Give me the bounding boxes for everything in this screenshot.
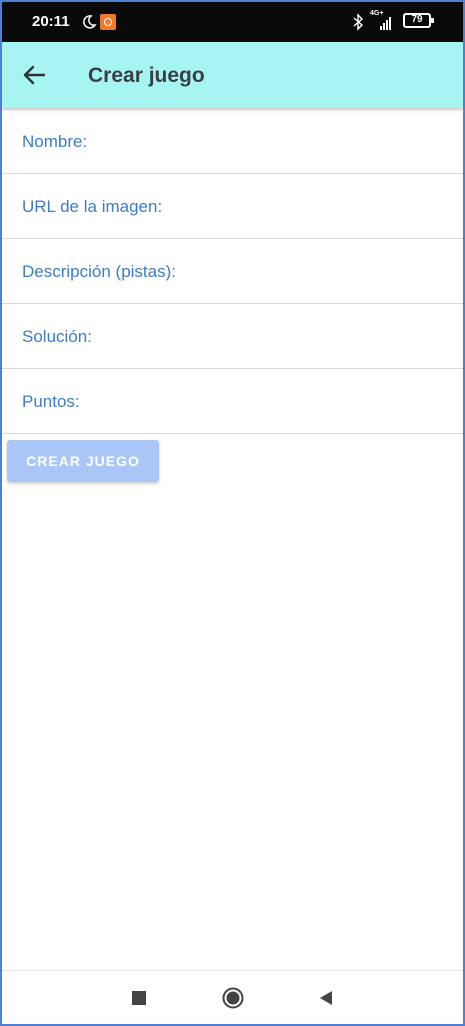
- image-url-field[interactable]: URL de la imagen:: [2, 174, 463, 240]
- signal-icon: [380, 17, 391, 30]
- create-game-button[interactable]: CREAR JUEGO: [7, 440, 159, 482]
- bluetooth-icon: [353, 13, 364, 31]
- home-icon[interactable]: [222, 987, 244, 1009]
- notification-icon: [100, 14, 116, 30]
- description-input[interactable]: [2, 239, 463, 305]
- image-url-input[interactable]: [2, 174, 463, 240]
- solution-field[interactable]: Solución:: [2, 304, 463, 370]
- battery-level: 79: [411, 14, 423, 25]
- battery-icon: 79: [403, 13, 434, 28]
- name-field[interactable]: Nombre:: [2, 109, 463, 175]
- name-input[interactable]: [2, 109, 463, 175]
- system-nav-bar: [2, 970, 463, 1024]
- app-bar: Crear juego: [2, 42, 463, 108]
- description-field[interactable]: Descripción (pistas):: [2, 239, 463, 305]
- points-field[interactable]: Puntos:: [2, 369, 463, 435]
- moon-icon: [83, 15, 97, 29]
- create-game-form: Nombre: URL de la imagen: Descripción (p…: [2, 109, 463, 435]
- screen-frame: 20:11 4G+ 79 Crear juego Nombre: URL de …: [0, 0, 465, 1026]
- points-input[interactable]: [2, 369, 463, 435]
- recent-apps-icon[interactable]: [132, 991, 146, 1005]
- solution-input[interactable]: [2, 304, 463, 370]
- nav-back-icon[interactable]: [318, 990, 334, 1006]
- status-bar: 20:11 4G+ 79: [2, 2, 463, 42]
- status-time: 20:11: [32, 13, 70, 30]
- page-title: Crear juego: [88, 64, 205, 87]
- back-arrow-icon[interactable]: [18, 59, 50, 91]
